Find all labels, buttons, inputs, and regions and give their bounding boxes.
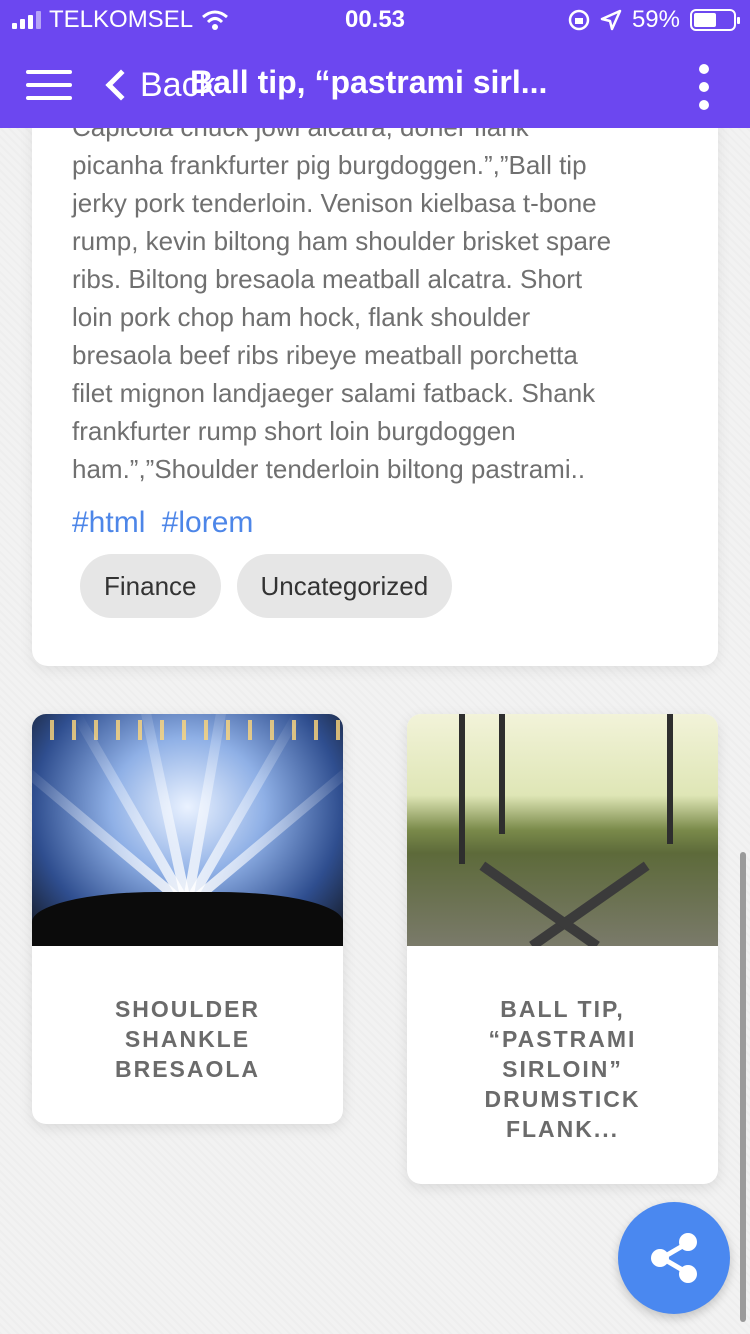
railway-image: [407, 714, 718, 946]
post-body: Capicola chuck jowl alcatra, doner flank…: [72, 108, 692, 488]
chevron-left-icon: [105, 69, 137, 101]
page-title: Ball tip, “pastrami sirl...: [190, 64, 548, 100]
share-button[interactable]: [618, 1202, 730, 1314]
post-card: Capicola chuck jowl alcatra, doner flank…: [32, 60, 718, 666]
status-right: 59%: [568, 6, 740, 34]
battery-percent: 59%: [631, 6, 680, 33]
post-text-line: rump, kevin biltong ham shoulder brisket…: [72, 226, 612, 256]
post-text-line: picanha frankfurter pig burgdoggen.”,”Ba…: [72, 150, 587, 180]
post-text-line: jerky pork tenderloin. Venison kielbasa …: [72, 188, 597, 218]
status-bar: TELKOMSEL 00.53 59%: [0, 0, 750, 40]
rotation-lock-icon: [568, 9, 590, 31]
nav-row: Back Ball tip, “pastrami sirl...: [0, 56, 750, 116]
scrollbar[interactable]: [740, 852, 746, 1322]
more-vertical-icon[interactable]: [696, 64, 712, 110]
hashtag-link[interactable]: #html: [72, 506, 145, 539]
related-post-title: SHOULDER SHANKLE BRESAOLA: [114, 996, 261, 1082]
category-chip[interactable]: Uncategorized: [236, 554, 453, 618]
app-bar: TELKOMSEL 00.53 59% Back Ball tip, “past…: [0, 0, 750, 128]
post-text-line: loin pork chop ham hock, flank shoulder: [72, 302, 531, 332]
share-icon: [651, 1233, 697, 1283]
related-post-card[interactable]: SHOULDER SHANKLE BRESAOLA: [32, 714, 343, 1124]
post-text-line: ribs. Biltong bresaola meatball alcatra.…: [72, 264, 583, 294]
hashtag-link[interactable]: #lorem: [162, 506, 254, 539]
post-text-line: filet mignon landjaeger salami fatback. …: [72, 378, 596, 408]
location-icon: [600, 9, 622, 31]
hamburger-menu-icon[interactable]: [26, 70, 72, 100]
concert-image: [32, 714, 343, 946]
hashtag-list: #html #lorem: [72, 506, 261, 540]
post-text-line: bresaola beef ribs ribeye meatball porch…: [72, 340, 578, 370]
related-post-card[interactable]: BALL TIP, “PASTRAMI SIRLOIN” DRUMSTICK F…: [407, 714, 718, 1184]
post-text-line: frankfurter rump short loin burgdoggen: [72, 416, 516, 446]
post-text-line: ham.”,”Shoulder tenderloin biltong pastr…: [72, 454, 586, 484]
related-post-title: BALL TIP, “PASTRAMI SIRLOIN” DRUMSTICK F…: [484, 996, 641, 1142]
category-chips: Finance Uncategorized: [80, 554, 453, 618]
battery-icon: [690, 9, 740, 31]
category-chip[interactable]: Finance: [80, 554, 221, 618]
